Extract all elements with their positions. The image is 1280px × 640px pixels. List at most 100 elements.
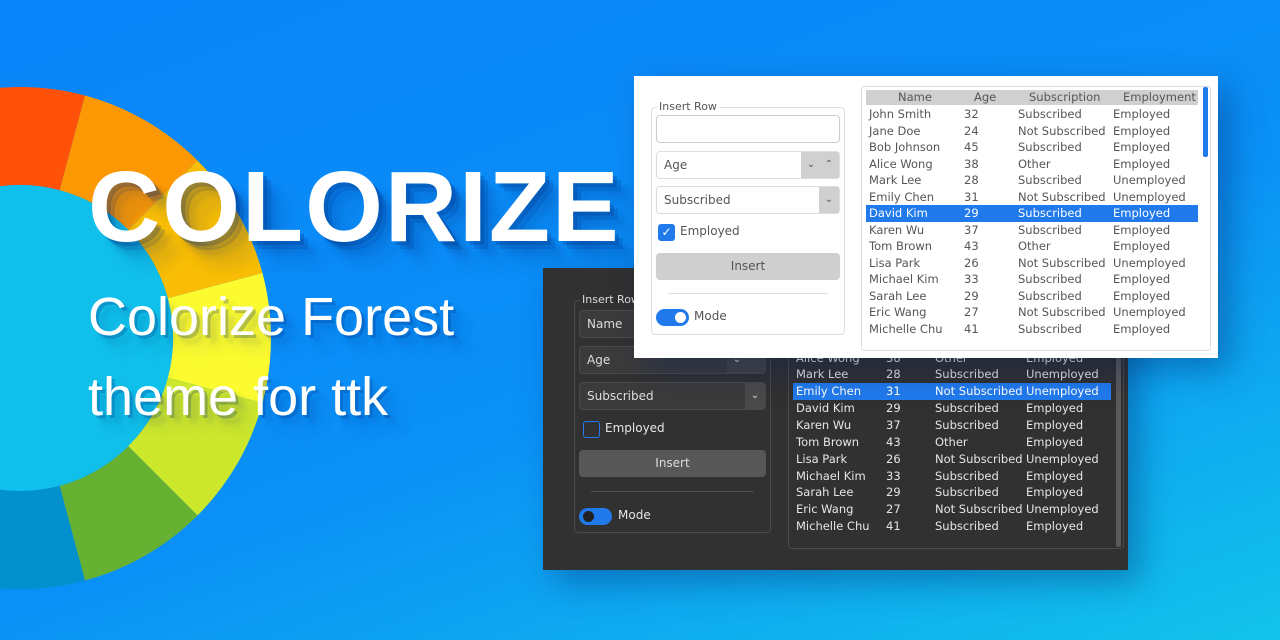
table-row[interactable]: Karen Wu 37 Subscribed Employed <box>866 222 1198 239</box>
table-cell: 31 <box>886 384 901 399</box>
table-cell: Not Subscribed <box>1018 189 1106 204</box>
table-row[interactable]: Emily Chen 31 Not Subscribed Unemployed <box>866 189 1198 206</box>
table-cell: Employed <box>1026 417 1084 432</box>
mode-switch[interactable] <box>579 508 612 525</box>
table-cell: Employed <box>1026 519 1084 534</box>
table-row[interactable]: John Smith 32 Subscribed Employed <box>866 106 1198 123</box>
column-header[interactable]: Subscription <box>1029 90 1100 105</box>
table-row[interactable]: Emily Chen 31 Not Subscribed Unemployed <box>793 383 1111 401</box>
table-cell: Alice Wong <box>869 156 933 171</box>
table-cell: 28 <box>886 367 901 382</box>
insert-button[interactable]: Insert <box>656 253 840 280</box>
table-cell: Employed <box>1113 206 1171 220</box>
table-cell: 37 <box>964 222 979 237</box>
table-cell: Sarah Lee <box>796 485 854 500</box>
table-row[interactable]: Bob Johnson 45 Subscribed Employed <box>866 139 1198 156</box>
table-cell: 32 <box>964 107 979 121</box>
table-cell: Subscribed <box>935 485 999 500</box>
table-row[interactable]: Michelle Chu 41 Subscribed Employed <box>793 518 1111 535</box>
table-cell: Employed <box>1113 140 1171 154</box>
light-theme-window: Insert Row Age ⌄ ⌃ Subscribed ⌄ ✓ Employ… <box>634 76 1218 358</box>
column-header[interactable]: Employment <box>1123 90 1196 105</box>
table-row[interactable]: Alice Wong 38 Other Employed <box>866 156 1198 173</box>
table-cell: Lisa Park <box>869 255 921 270</box>
table-cell: Subscribed <box>1018 288 1082 303</box>
hero-subtitle-line2: theme for ttk <box>88 367 389 427</box>
table-row[interactable]: Sarah Lee 29 Subscribed Employed <box>866 288 1198 305</box>
table-cell: Karen Wu <box>796 417 852 432</box>
table-cell: Subscribed <box>935 468 999 483</box>
table-cell: 28 <box>964 173 979 187</box>
table-cell: 37 <box>886 417 901 432</box>
table-row[interactable]: Sarah Lee 29 Subscribed Employed <box>793 484 1111 501</box>
table-cell: Employed <box>1113 288 1171 303</box>
subscription-combobox[interactable]: Subscribed ⌄ <box>579 382 766 410</box>
group-label: Insert Row <box>580 293 642 306</box>
table-cell: Employed <box>1026 401 1084 416</box>
table-row[interactable]: Jane Doe 24 Not Subscribed Employed <box>866 123 1198 140</box>
chevron-down-icon[interactable]: ⌄ <box>819 187 839 213</box>
table-cell: 41 <box>886 519 901 534</box>
table-row[interactable]: Michelle Chu 41 Subscribed Employed <box>866 321 1198 338</box>
table-cell: Lisa Park <box>796 451 848 466</box>
table-row[interactable]: Mark Lee 28 Subscribed Unemployed <box>866 172 1198 189</box>
table-cell: Subscribed <box>1018 272 1082 286</box>
table-row[interactable]: Tom Brown 43 Other Employed <box>866 238 1198 255</box>
table-row[interactable]: Tom Brown 43 Other Employed <box>793 434 1111 451</box>
table-cell: Unemployed <box>1113 305 1186 319</box>
table-row[interactable]: Karen Wu 37 Subscribed Employed <box>793 417 1111 434</box>
table-cell: Michelle Chu <box>796 519 870 534</box>
table-row[interactable]: Mark Lee 28 Subscribed Unemployed <box>793 366 1111 383</box>
table-cell: Subscribed <box>935 417 999 432</box>
table-cell: Employed <box>1026 468 1084 483</box>
age-value: Age <box>587 353 611 367</box>
table-row[interactable]: David Kim 29 Subscribed Employed <box>793 400 1111 417</box>
employed-label: Employed <box>605 421 665 435</box>
mode-switch[interactable] <box>656 309 689 326</box>
table-cell: Emily Chen <box>869 189 935 204</box>
table-row[interactable]: Eric Wang 27 Not Subscribed Unemployed <box>866 304 1198 321</box>
table-row[interactable]: Michael Kim 33 Subscribed Employed <box>866 271 1198 288</box>
data-treeview[interactable]: Name Age Subscription Employment John Smith 3… <box>861 86 1211 351</box>
employed-checkbox[interactable]: ✓ <box>658 224 675 241</box>
column-header[interactable]: Age <box>974 90 996 105</box>
table-cell: Unemployed <box>1113 255 1186 270</box>
switch-knob <box>675 312 686 323</box>
employed-checkbox[interactable] <box>583 421 600 438</box>
column-header[interactable]: Name <box>898 90 932 105</box>
subscription-combobox[interactable]: Subscribed ⌄ <box>656 186 840 214</box>
table-cell: Mark Lee <box>869 173 922 187</box>
employed-label: Employed <box>680 224 740 238</box>
table-cell: Michelle Chu <box>869 321 943 336</box>
table-cell: Employed <box>1026 485 1084 500</box>
table-cell: Not Subscribed <box>935 451 1023 466</box>
spin-up-icon[interactable]: ⌃ <box>819 152 839 178</box>
table-cell: 27 <box>886 502 901 517</box>
chevron-down-icon[interactable]: ⌄ <box>745 383 765 409</box>
table-row[interactable]: Michael Kim 33 Subscribed Employed <box>793 468 1111 485</box>
table-row[interactable]: David Kim 29 Subscribed Employed <box>866 205 1198 222</box>
table-cell: Subscribed <box>935 367 999 382</box>
hero-subtitle-line1: Colorize Forest <box>88 287 455 347</box>
table-cell: Subscribed <box>1018 107 1082 121</box>
table-cell: 33 <box>964 272 979 286</box>
age-spinbox[interactable]: Age ⌄ ⌃ <box>656 151 840 179</box>
insert-button[interactable]: Insert <box>579 450 766 477</box>
table-cell: Subscribed <box>1018 321 1082 336</box>
table-cell: 31 <box>964 189 979 204</box>
table-cell: Michael Kim <box>869 272 939 286</box>
table-row[interactable]: Lisa Park 26 Not Subscribed Unemployed <box>866 255 1198 272</box>
subscription-value: Subscribed <box>664 193 731 207</box>
table-cell: Not Subscribed <box>1018 123 1106 138</box>
table-cell: Employed <box>1113 222 1171 237</box>
table-row[interactable]: Eric Wang 27 Not Subscribed Unemployed <box>793 501 1111 518</box>
table-cell: Subscribed <box>935 401 999 416</box>
table-cell: 29 <box>964 206 979 220</box>
spin-down-icon[interactable]: ⌄ <box>801 152 821 178</box>
name-input[interactable] <box>656 115 840 143</box>
table-row[interactable]: Lisa Park 26 Not Subscribed Unemployed <box>793 451 1111 468</box>
scrollbar-thumb[interactable] <box>1203 87 1208 157</box>
table-cell: Not Subscribed <box>935 384 1023 399</box>
table-cell: 41 <box>964 321 979 336</box>
table-cell: Employed <box>1113 123 1171 138</box>
